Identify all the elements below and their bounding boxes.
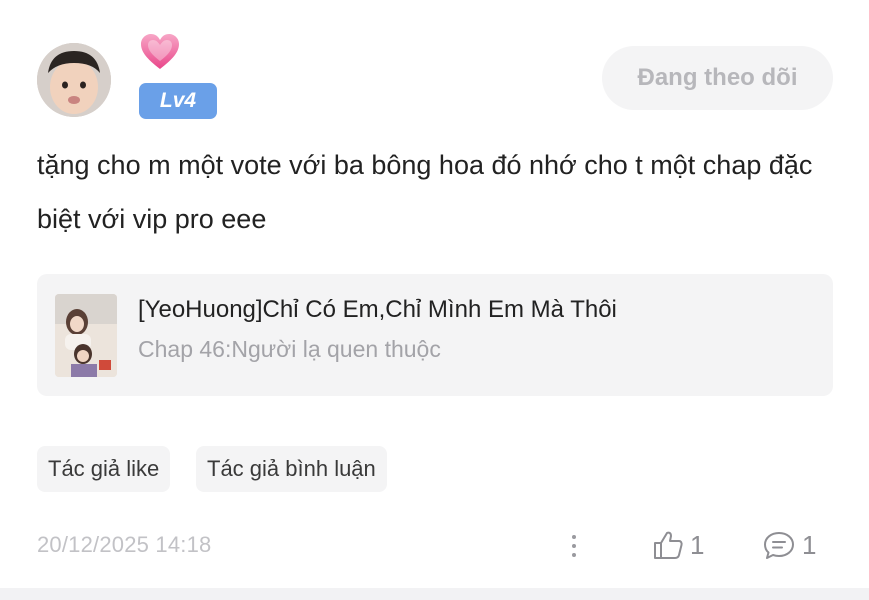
like-count: 1 (690, 529, 705, 560)
tag-author-commented: Tác giả bình luận (196, 446, 387, 492)
comment-text: tặng cho m một vote với ba bông hoa đó n… (37, 150, 813, 234)
avatar[interactable] (37, 43, 111, 117)
like-button[interactable]: 1 (652, 527, 704, 563)
following-button[interactable]: Đang theo dõi (602, 46, 833, 110)
level-badge: Lv4 (139, 83, 217, 119)
book-chapter: Chap 46:Người lạ quen thuộc (138, 336, 441, 362)
section-divider (0, 588, 869, 600)
heart-icon (141, 34, 179, 69)
book-cover-image (55, 294, 117, 377)
tag-author-liked: Tác giả like (37, 446, 171, 492)
comment-count: 1 (802, 529, 817, 560)
timestamp: 20/12/2025 14:18 (37, 532, 212, 557)
book-card[interactable]: [YeoHuong]Chỉ Có Em,Chỉ Mình Em Mà Thôi … (37, 274, 833, 396)
comment-button[interactable]: 1 (762, 527, 816, 563)
more-options-icon[interactable] (566, 531, 582, 561)
comment-icon (764, 532, 794, 559)
like-icon (654, 531, 683, 559)
comment-post: Lv4 Đang theo dõi tặng cho m một vote vớ… (0, 0, 869, 600)
book-title: [YeoHuong]Chỉ Có Em,Chỉ Mình Em Mà Thôi (138, 296, 617, 323)
